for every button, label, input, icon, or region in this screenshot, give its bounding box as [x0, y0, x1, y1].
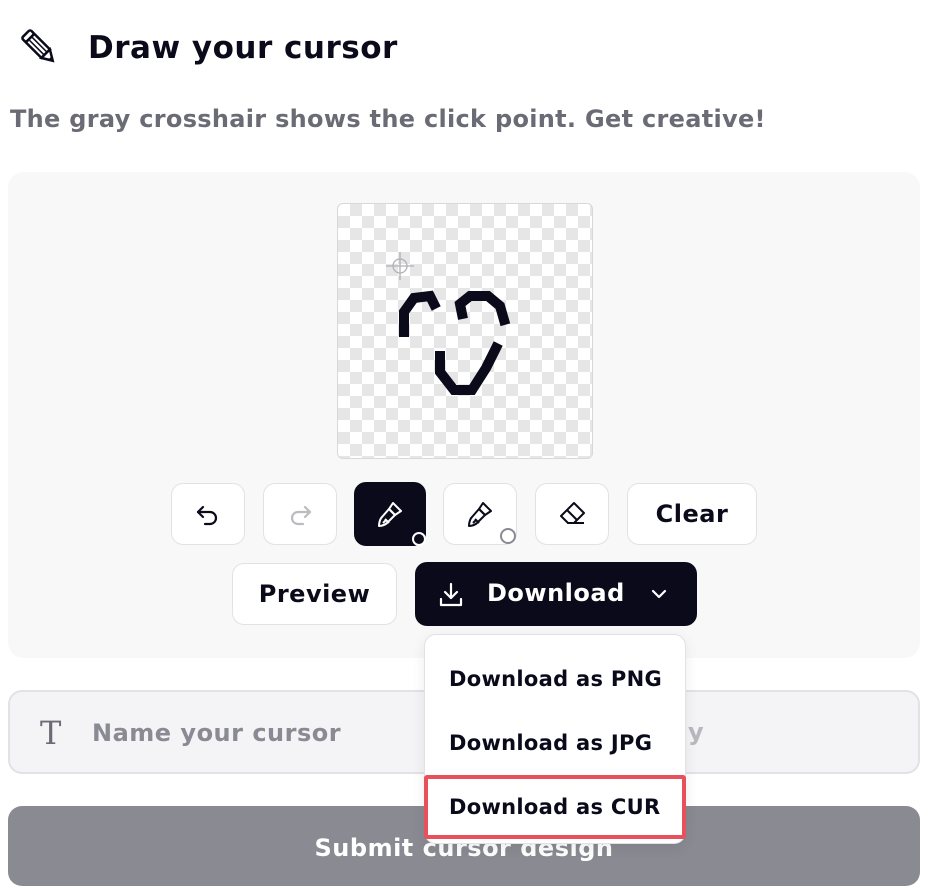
- canvas-drawing: [386, 252, 511, 395]
- cursor-name-input[interactable]: [90, 712, 424, 754]
- undo-icon: [196, 505, 218, 526]
- download-icon: [439, 582, 463, 607]
- redo-button[interactable]: [263, 483, 337, 545]
- crosshair-icon: [386, 252, 414, 280]
- brush-icon: [378, 502, 402, 527]
- preview-button-label: Preview: [258, 580, 371, 608]
- name-field-hint: y: [688, 718, 704, 746]
- eraser-icon: [560, 502, 585, 524]
- menu-item-download-png[interactable]: Download as PNG: [449, 667, 662, 691]
- redo-icon: [290, 505, 312, 526]
- menu-item-download-jpg[interactable]: Download as JPG: [449, 731, 652, 755]
- pencil-icon: [18, 26, 62, 70]
- clear-button[interactable]: Clear: [627, 483, 757, 545]
- undo-button[interactable]: [171, 483, 245, 545]
- eraser-button[interactable]: [535, 483, 609, 545]
- clear-button-label: Clear: [655, 500, 729, 528]
- brush-size-small-indicator: [412, 532, 426, 546]
- download-button[interactable]: Download: [415, 562, 697, 626]
- text-icon: T: [40, 714, 62, 752]
- drawing-canvas[interactable]: [337, 203, 593, 459]
- brush-size-large-indicator: [500, 528, 516, 544]
- preview-button[interactable]: Preview: [232, 563, 397, 625]
- highlight-box: [424, 775, 686, 839]
- page-title: Draw your cursor: [88, 30, 398, 66]
- download-button-label: Download: [487, 579, 625, 607]
- chevron-down-icon[interactable]: [649, 584, 669, 604]
- page-subtitle: The gray crosshair shows the click point…: [10, 105, 766, 133]
- brush-icon: [468, 502, 492, 527]
